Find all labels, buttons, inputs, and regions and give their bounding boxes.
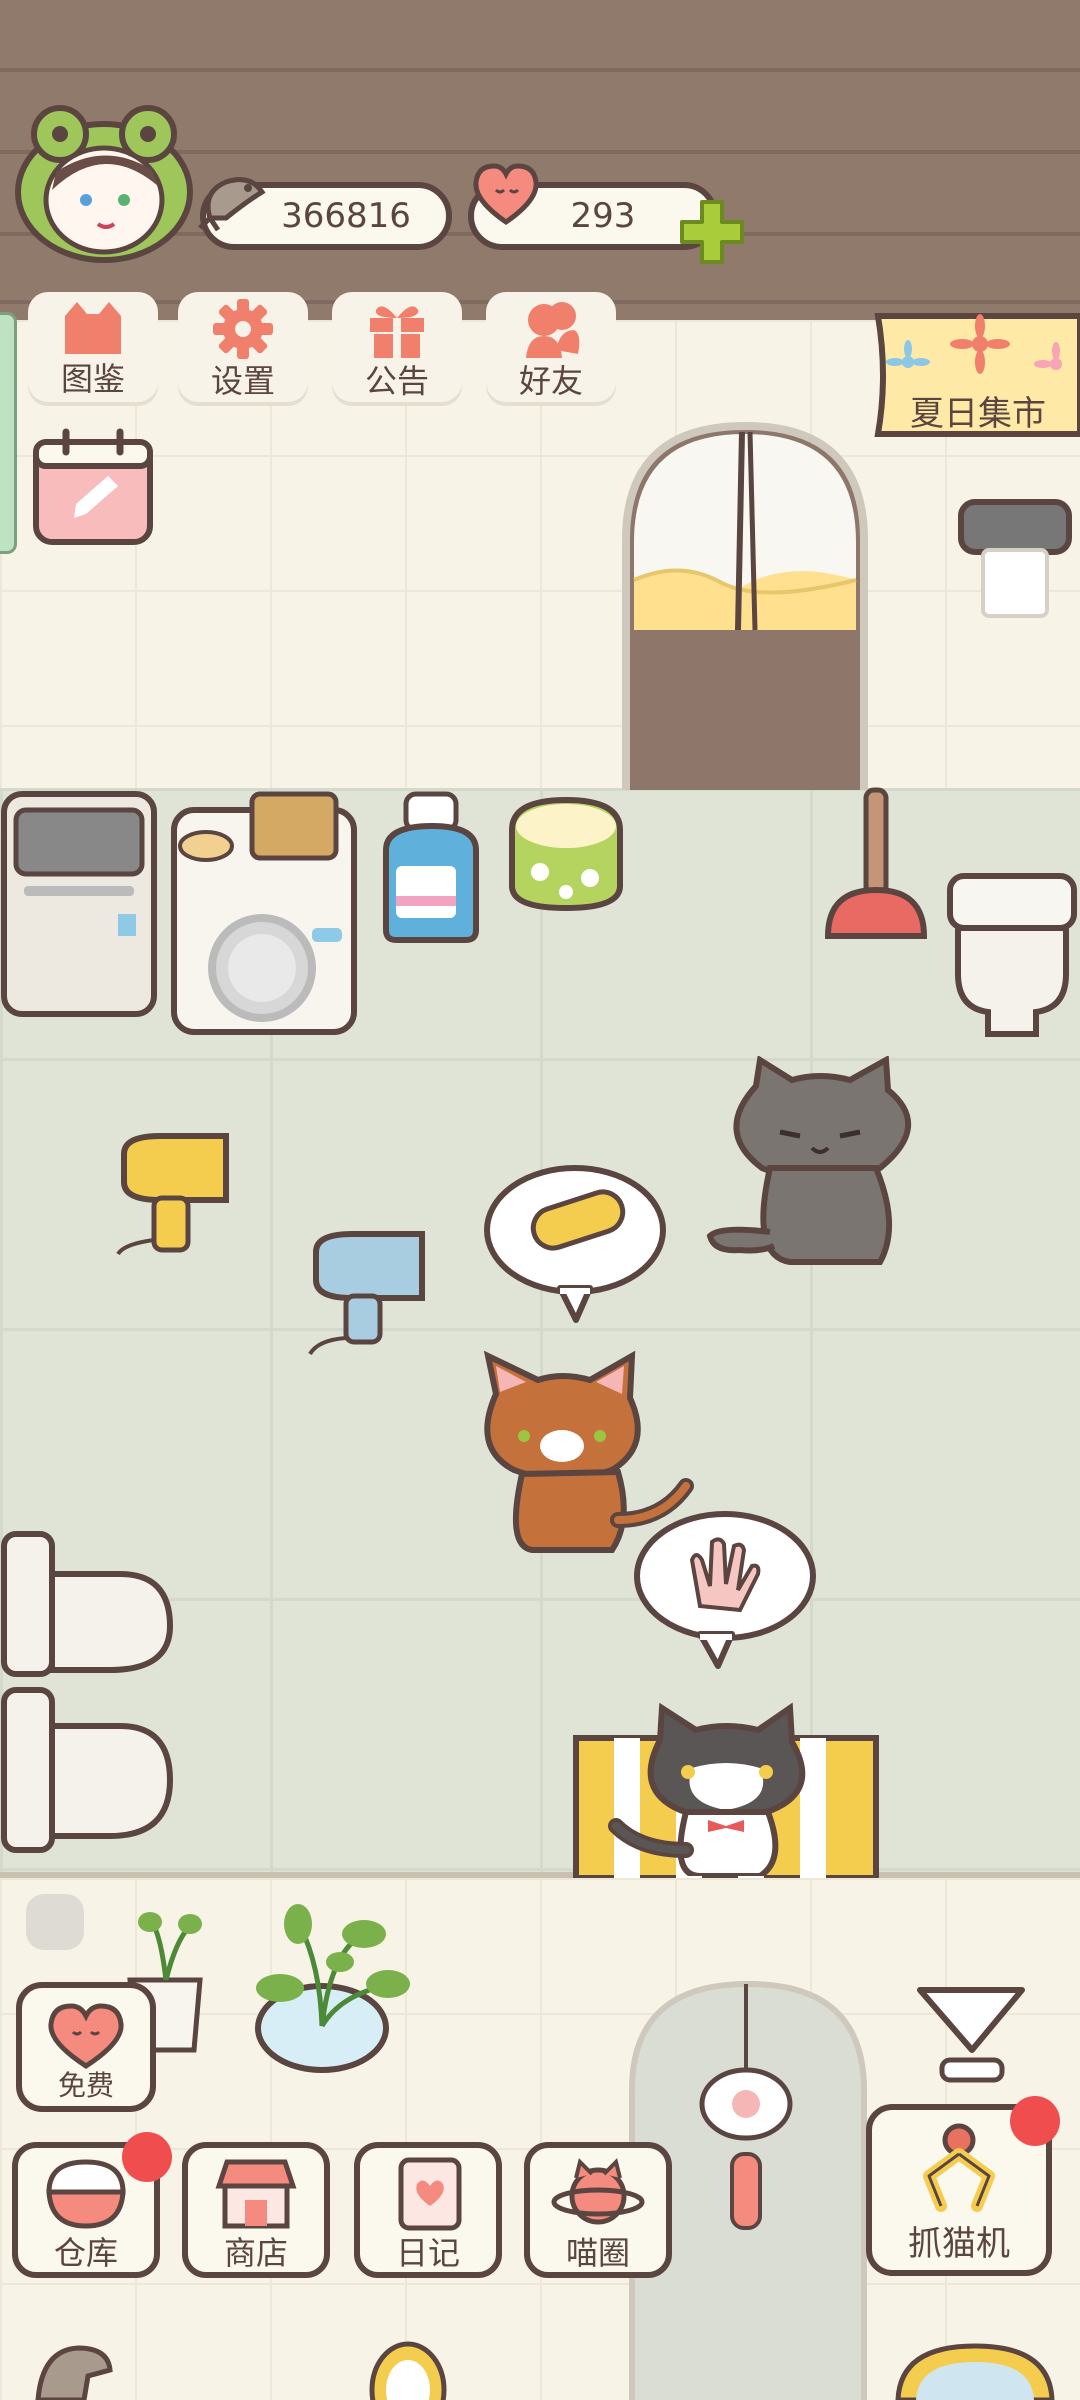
menu-settings-button[interactable]: 设置 [178, 292, 308, 402]
warehouse-label: 仓库 [53, 2234, 118, 2272]
warehouse-badge [122, 2132, 172, 2182]
plunger[interactable] [820, 786, 932, 962]
toilet-left-1[interactable] [0, 1530, 176, 1690]
menu-settings-label: 设置 [210, 362, 275, 400]
free-gift-label: 免费 [57, 2069, 114, 2102]
plus-icon[interactable] [676, 196, 748, 268]
rice-bowl-icon [46, 2159, 126, 2229]
fish-currency-value: 366816 [281, 196, 411, 236]
heart-currency-value: 293 [570, 196, 636, 236]
toilet-left-2[interactable] [0, 1686, 176, 1862]
diary-button[interactable]: 日记 [354, 2142, 502, 2278]
hair-dryer-blue[interactable] [296, 1228, 436, 1368]
speech-bubble-brush[interactable] [480, 1160, 670, 1330]
curtain-doorway[interactable] [620, 420, 870, 790]
claw-lamp [917, 1987, 1025, 2083]
side-drawer-tab[interactable] [0, 312, 17, 554]
peeking-item-center [369, 2341, 447, 2400]
hair-dryer-yellow[interactable] [104, 1130, 244, 1270]
gray-cat[interactable] [700, 1056, 940, 1272]
wind-chime[interactable] [696, 1984, 796, 2234]
shop-label: 商店 [223, 2234, 288, 2272]
shop-icon [215, 2159, 297, 2229]
collapse-toggle[interactable] [26, 1894, 84, 1950]
menu-announcement-button[interactable]: 公告 [332, 292, 462, 402]
calendar-edit-icon[interactable] [30, 428, 156, 548]
shop-button[interactable]: 商店 [182, 2142, 330, 2278]
fish-icon [198, 177, 266, 232]
cat-circle-button[interactable]: 喵圈 [524, 2142, 672, 2278]
heart-icon [473, 163, 539, 226]
menu-catalog-button[interactable]: 图鉴 [28, 292, 158, 402]
player-avatar[interactable] [12, 100, 196, 264]
gear-icon [213, 299, 273, 359]
diary-label: 日记 [395, 2234, 460, 2272]
menu-friends-button[interactable]: 好友 [486, 292, 616, 402]
tuxedo-cat[interactable] [600, 1700, 850, 1876]
soap-pot[interactable] [504, 790, 628, 916]
claw-machine-label: 抓猫机 [908, 2224, 1010, 2264]
tissue-holder[interactable] [955, 496, 1075, 626]
friends-icon [526, 302, 580, 358]
toilet-right[interactable] [944, 870, 1080, 1042]
menu-catalog-label: 图鉴 [60, 360, 125, 398]
speech-bubble-hand[interactable] [630, 1506, 820, 1676]
gift-icon [370, 306, 424, 358]
peeking-item-left [35, 2345, 113, 2400]
peeking-item-right [895, 2343, 1055, 2400]
potted-plant[interactable] [240, 1896, 410, 2082]
washing-machine-front[interactable] [166, 790, 362, 1040]
menu-friends-label: 好友 [518, 362, 583, 400]
event-banner-label: 夏日集市 [910, 394, 1046, 434]
heart-gift-icon [48, 2003, 124, 2069]
claw-machine-badge [1010, 2096, 1060, 2146]
detergent-bottle[interactable] [376, 790, 492, 946]
cat-planet-icon [551, 2158, 645, 2225]
free-gift-button[interactable]: 免费 [16, 1982, 156, 2112]
cat-book-icon [65, 302, 121, 354]
menu-announcement-label: 公告 [364, 362, 429, 400]
cat-circle-label: 喵圈 [565, 2234, 630, 2272]
diary-icon [398, 2157, 462, 2231]
claw-icon [923, 2123, 995, 2212]
washing-machine-top[interactable] [0, 790, 160, 1026]
